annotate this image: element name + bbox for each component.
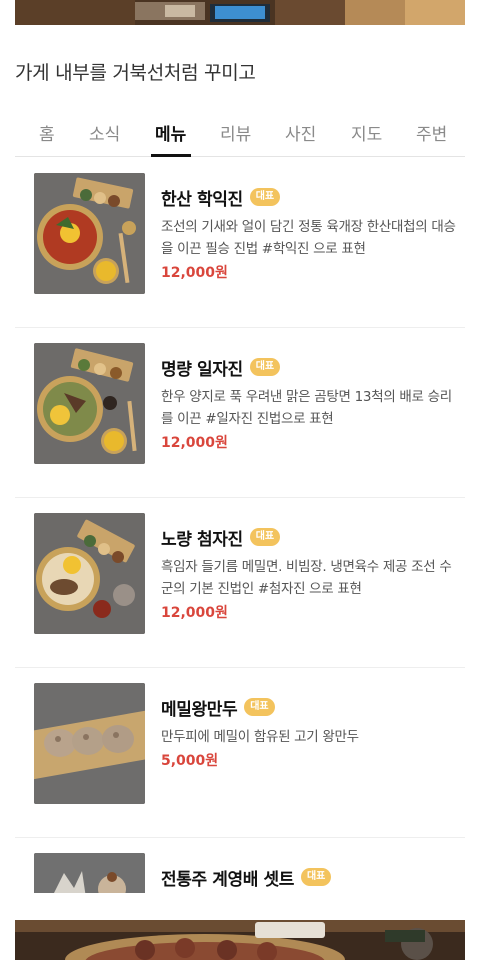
tab-reviews[interactable]: 리뷰 <box>220 120 251 145</box>
menu-item-title-row: 메밀왕만두 대표 <box>161 695 275 720</box>
menu-item-name: 명량 일자진 <box>161 359 243 380</box>
menu-item-description: 흑임자 들기름 메밀면. 비빔장. 냉면육수 제공 조선 수군의 기본 진법인 … <box>161 559 452 597</box>
tab-home[interactable]: 홈 <box>39 120 55 145</box>
tab-news[interactable]: 소식 <box>89 120 120 145</box>
tab-map[interactable]: 지도 <box>351 120 382 145</box>
menu-item-title-row: 전통주 계영배 셋트 대표 <box>161 865 332 890</box>
menu-item-name: 전통주 계영배 셋트 <box>161 869 294 890</box>
top-photo <box>15 0 465 25</box>
menu-item-name: 메밀왕만두 <box>161 699 238 720</box>
menu-item-title-row: 명량 일자진 대표 <box>161 355 281 380</box>
menu-item-description: 한우 양지로 푹 우려낸 맑은 곰탕면 13척의 배로 승리를 이끈 #일자진 … <box>161 389 452 427</box>
menu-item[interactable]: 한산 학익진 대표 조선의 기새와 얼이 담긴 정통 육개장 한산대첩의 대승을… <box>15 158 465 328</box>
menu-item-photo <box>34 513 145 634</box>
menu-item[interactable]: 전통주 계영배 셋트 대표 <box>15 838 465 893</box>
menu-item[interactable]: 메밀왕만두 대표 만두피에 메밀이 함유된 고기 왕만두 5,000원 <box>15 668 465 838</box>
menu-list: 한산 학익진 대표 조선의 기새와 얼이 담긴 정통 육개장 한산대첩의 대승을… <box>15 158 465 893</box>
menu-item-photo <box>34 343 145 464</box>
tab-nearby[interactable]: 주변 <box>416 120 447 145</box>
tab-photos[interactable]: 사진 <box>285 120 316 145</box>
menu-item-price: 12,000원 <box>161 265 228 281</box>
menu-item-title-row: 노량 첨자진 대표 <box>161 525 281 550</box>
menu-item-description: 만두피에 메밀이 함유된 고기 왕만두 <box>161 729 359 745</box>
tab-menu[interactable]: 메뉴 <box>155 120 186 145</box>
menu-item[interactable]: 노량 첨자진 대표 흑임자 들기름 메밀면. 비빔장. 냉면육수 제공 조선 수… <box>15 498 465 668</box>
post-caption: 가게 내부를 거북선처럼 꾸미고 <box>15 62 256 84</box>
menu-item-photo <box>34 683 145 804</box>
signature-badge: 대표 <box>249 358 281 376</box>
menu-item-name: 노량 첨자진 <box>161 529 243 550</box>
signature-badge: 대표 <box>249 528 281 546</box>
menu-item-price: 12,000원 <box>161 435 228 451</box>
menu-item-price: 12,000원 <box>161 605 228 621</box>
menu-item-title-row: 한산 학익진 대표 <box>161 185 281 210</box>
menu-item-name: 한산 학익진 <box>161 189 243 210</box>
signature-badge: 대표 <box>300 868 332 886</box>
menu-item-price: 5,000원 <box>161 753 219 769</box>
menu-item-description: 조선의 기새와 얼이 담긴 정통 육개장 한산대첩의 대승을 이끈 필승 진법 … <box>161 219 456 257</box>
signature-badge: 대표 <box>249 188 281 206</box>
signature-badge: 대표 <box>244 698 275 716</box>
menu-item[interactable]: 명량 일자진 대표 한우 양지로 푹 우려낸 맑은 곰탕면 13척의 배로 승리… <box>15 328 465 498</box>
bottom-photo <box>15 920 465 960</box>
menu-item-photo <box>34 173 145 294</box>
menu-item-photo <box>34 853 145 893</box>
active-tab-indicator <box>151 154 191 157</box>
place-tab-bar: 홈 소식 메뉴 리뷰 사진 지도 주변 <box>15 110 465 157</box>
